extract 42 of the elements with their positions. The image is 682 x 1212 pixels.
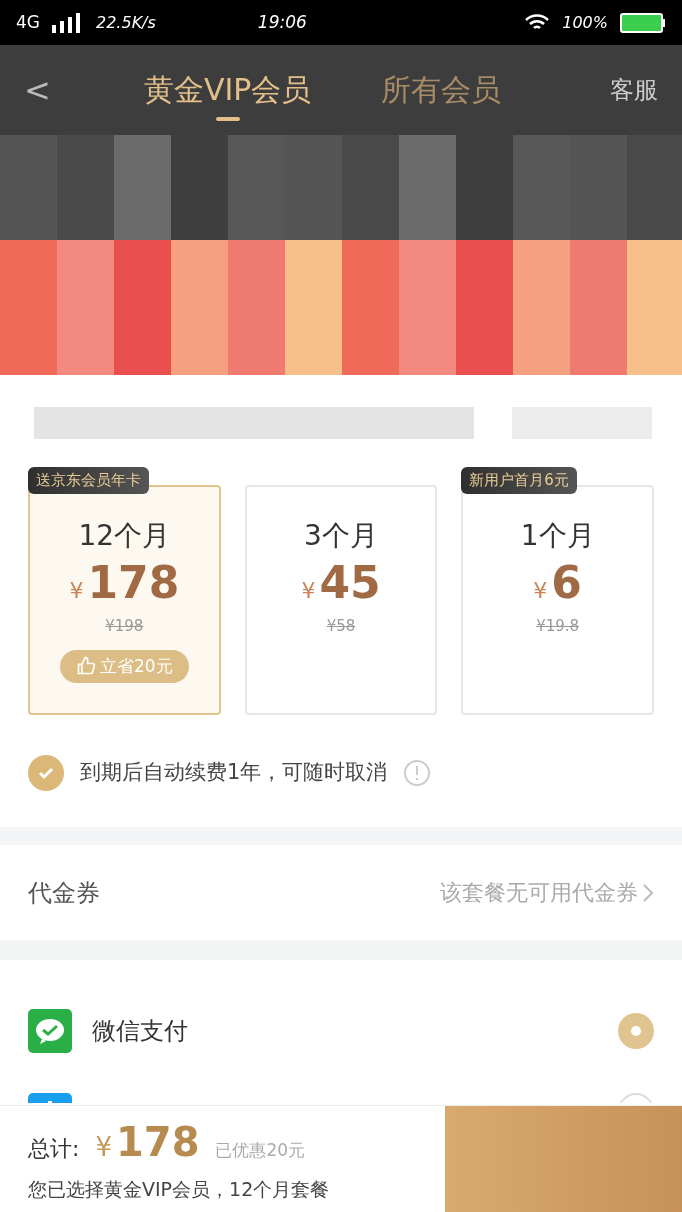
- auto-renew-checkbox[interactable]: [28, 755, 64, 791]
- original-price: ¥198: [105, 616, 144, 637]
- coupon-value: 该套餐无可用代金券: [440, 879, 638, 907]
- currency-symbol: ¥: [533, 577, 548, 605]
- plan-duration: 12个月: [78, 518, 171, 554]
- order-summary: 您已选择黄金VIP会员，12个月套餐: [28, 1177, 331, 1202]
- back-button[interactable]: <: [24, 66, 84, 114]
- clock: 19:06: [257, 10, 307, 34]
- info-icon[interactable]: [403, 759, 432, 787]
- plan-card[interactable]: 3个月 ¥45 ¥58: [244, 485, 438, 715]
- promo-ribbon: 送京东会员年卡: [28, 467, 149, 494]
- customer-service-link[interactable]: 客服: [610, 72, 658, 108]
- plan-price: 178: [87, 561, 180, 605]
- chat-bubble-icon: [28, 1009, 72, 1053]
- plan-duration: 1个月: [520, 518, 595, 554]
- auto-renew-text: 到期后自动续费1年，可随时取消: [80, 759, 388, 787]
- network-label: 4G: [16, 10, 40, 34]
- payment-icon: [28, 1093, 72, 1103]
- pay-button[interactable]: [445, 1106, 682, 1212]
- speed-label: 22.5K/s: [96, 11, 156, 34]
- currency-symbol: ¥: [69, 577, 84, 605]
- coupon-label: 代金券: [28, 877, 100, 909]
- total-label: 总计:: [28, 1135, 80, 1163]
- discount-text: 已优惠20元: [215, 1139, 306, 1162]
- promo-ribbon: 新用户首月6元: [461, 467, 577, 494]
- plan-duration: 3个月: [304, 518, 378, 554]
- battery-icon: [620, 12, 666, 33]
- total-price: 178: [115, 1122, 200, 1162]
- currency-symbol: ¥: [301, 577, 316, 605]
- plan-price: 6: [551, 561, 582, 605]
- currency-symbol: ¥: [95, 1131, 112, 1164]
- payment-method-label: 微信支付: [92, 1016, 188, 1047]
- saving-badge: 立省20元: [60, 649, 189, 683]
- payment-radio[interactable]: [618, 1013, 654, 1049]
- plan-price: 45: [319, 561, 381, 605]
- original-price: ¥19.8: [536, 616, 580, 637]
- original-price: ¥58: [326, 616, 356, 637]
- chevron-right-icon: [642, 882, 654, 903]
- header-tab[interactable]: 黄金VIP会员: [144, 59, 312, 121]
- thumbs-up-icon: [76, 656, 96, 677]
- coupon-row[interactable]: 代金券 该套餐无可用代金券: [0, 845, 682, 940]
- battery-percent: 100%: [562, 11, 608, 34]
